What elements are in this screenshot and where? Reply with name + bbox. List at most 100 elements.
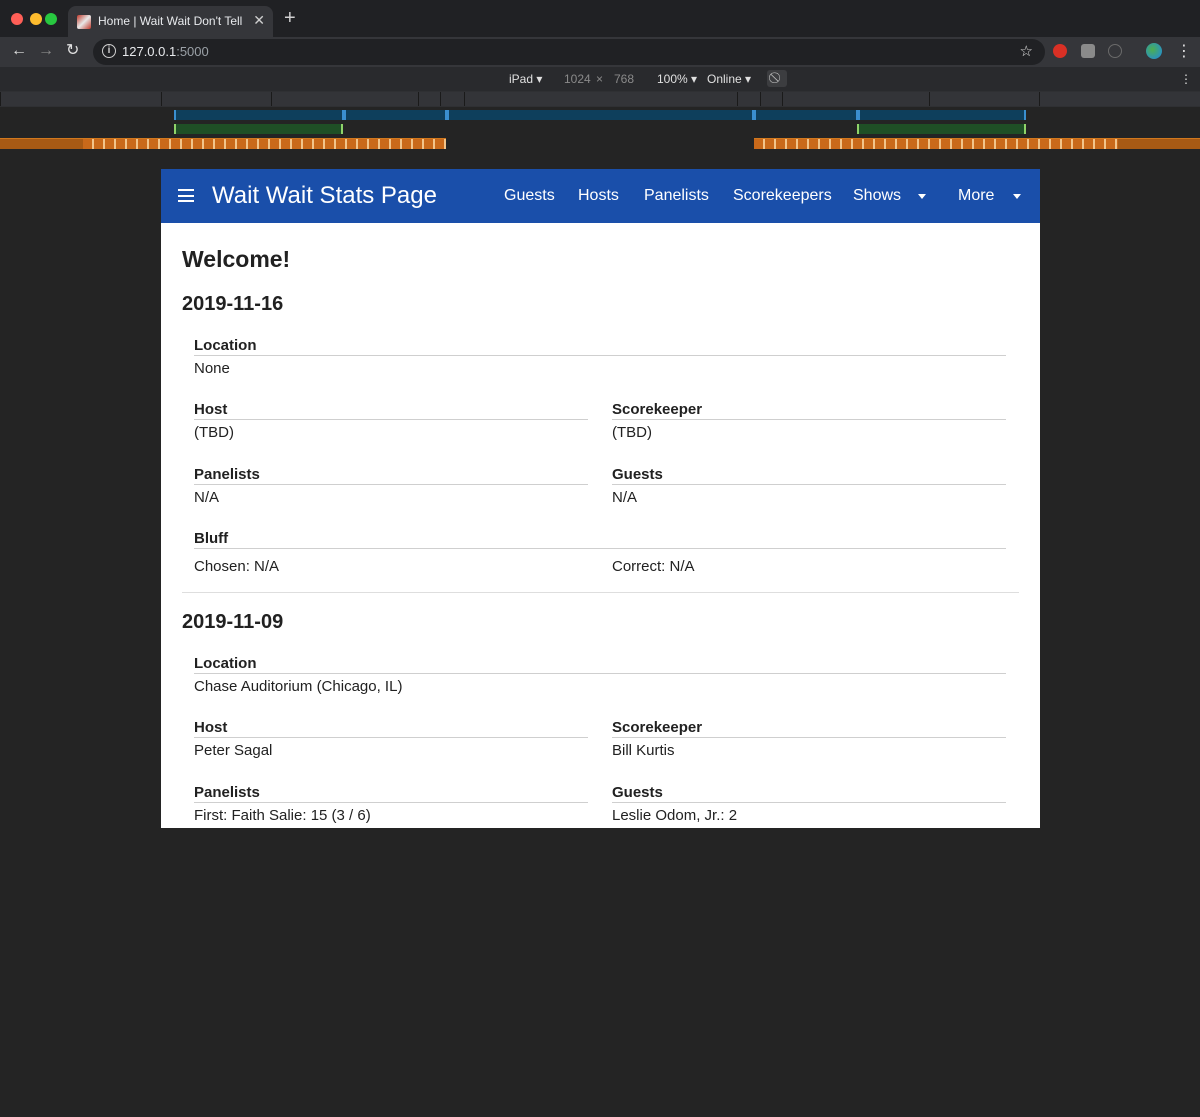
media-query-bar[interactable] [0, 138, 83, 149]
device-select[interactable]: iPad ▾ [509, 72, 542, 86]
panelist-score: First: Faith Salie: 15 (3 / 6) [194, 807, 371, 824]
ruler-segment[interactable] [760, 92, 782, 106]
location-field: Location None [194, 337, 1006, 377]
minimize-window-button[interactable] [30, 13, 42, 25]
nav-guests[interactable]: Guests [504, 187, 555, 205]
ruler-segment[interactable] [0, 92, 161, 106]
media-query-bar[interactable] [1118, 138, 1200, 149]
scorekeeper-field: Scorekeeper Bill Kurtis [612, 719, 1006, 759]
close-window-button[interactable] [11, 13, 23, 25]
ruler-segment[interactable] [271, 92, 418, 106]
panelists-value: N/A [194, 489, 220, 506]
device-viewport: Wait Wait Stats Page Guests Hosts Paneli… [161, 169, 1040, 828]
maximize-window-button[interactable] [45, 13, 57, 25]
field-label: Location [194, 655, 1006, 674]
more-dropdown-caret-icon[interactable] [1013, 194, 1021, 199]
field-label: Guests [612, 784, 1006, 803]
app-title[interactable]: Wait Wait Stats Page [212, 182, 437, 210]
ruler-segment[interactable] [1039, 92, 1200, 106]
guests-field: Guests N/A [612, 466, 1006, 506]
scorekeeper-field: Scorekeeper (TBD) [612, 401, 1006, 441]
rotate-icon[interactable]: ⃠ [767, 70, 787, 87]
reload-icon[interactable]: ↻ [66, 42, 79, 60]
location-value: None [194, 360, 230, 377]
browser-menu-icon[interactable]: ⋮ [1176, 41, 1192, 61]
field-label: Bluff [194, 530, 1006, 549]
media-query-bar[interactable] [447, 110, 754, 120]
field-label: Panelists [194, 466, 588, 485]
dimension-separator-icon: × [596, 72, 604, 86]
device-height[interactable]: 768 [614, 72, 634, 86]
address-bar[interactable]: i 127.0.0.1:5000 ☆ [93, 39, 1045, 65]
media-query-max-width-bars [0, 107, 1200, 121]
shows-dropdown-caret-icon[interactable] [918, 194, 926, 199]
media-query-bar[interactable] [174, 110, 344, 120]
nav-more[interactable]: More [958, 187, 994, 205]
host-field: Host Peter Sagal [194, 719, 588, 759]
media-query-bar[interactable] [857, 124, 1026, 134]
field-label: Location [194, 337, 1006, 356]
media-query-min-width-bars [0, 137, 1200, 151]
ruler-segment[interactable] [782, 92, 929, 106]
host-value: Peter Sagal [194, 742, 273, 759]
show-date[interactable]: 2019-11-16 [182, 293, 283, 316]
nav-scorekeepers[interactable]: Scorekeepers [733, 187, 832, 205]
device-label: iPad [509, 72, 534, 86]
profile-avatar-icon[interactable] [1146, 43, 1162, 59]
show-divider [182, 592, 1019, 593]
site-info-icon[interactable]: i [102, 44, 116, 58]
device-width[interactable]: 1024 [564, 72, 591, 86]
media-query-bar[interactable] [83, 138, 446, 149]
nav-shows[interactable]: Shows [853, 187, 901, 205]
close-tab-icon[interactable]: ✕ [253, 12, 265, 29]
ruler-segment[interactable] [161, 92, 271, 106]
app-bar: Wait Wait Stats Page Guests Hosts Paneli… [161, 169, 1040, 223]
page-heading: Welcome! [182, 246, 291, 272]
new-tab-icon[interactable]: + [284, 8, 296, 28]
media-query-bar[interactable] [174, 124, 343, 134]
nav-panelists[interactable]: Panelists [644, 187, 709, 205]
extension-camera-icon[interactable] [1081, 44, 1095, 58]
media-query-ruler [0, 91, 1200, 107]
media-query-bar[interactable] [754, 138, 1118, 149]
media-query-bar[interactable] [754, 110, 858, 120]
nav-hosts[interactable]: Hosts [578, 187, 619, 205]
tab-title: Home | Wait Wait Don't Tell Me [98, 14, 246, 28]
extension-info-icon[interactable] [1108, 44, 1122, 58]
device-menu-icon[interactable]: ⋮ [1180, 72, 1192, 86]
ruler-segment[interactable] [464, 92, 737, 106]
favicon-icon [77, 15, 91, 29]
ruler-segment[interactable] [929, 92, 1039, 106]
url-port: :5000 [176, 44, 209, 59]
menu-icon[interactable] [178, 189, 194, 202]
panelists-field: Panelists First: Faith Salie: 15 (3 / 6) [194, 784, 588, 824]
field-label: Scorekeeper [612, 719, 1006, 738]
ruler-segment[interactable] [737, 92, 760, 106]
scorekeeper-value: (TBD) [612, 424, 652, 441]
scorekeeper-value: Bill Kurtis [612, 742, 675, 759]
network-label: Online [707, 72, 742, 86]
forward-icon[interactable]: → [38, 42, 54, 60]
bookmark-star-icon[interactable]: ☆ [1020, 42, 1033, 60]
bluff-field: Bluff [194, 530, 1006, 549]
location-field: Location Chase Auditorium (Chicago, IL) [194, 655, 1006, 695]
network-select[interactable]: Online ▾ [707, 72, 751, 86]
guests-value: N/A [612, 489, 638, 506]
ruler-segment[interactable] [418, 92, 440, 106]
bluff-chosen-value: Chosen: N/A [194, 558, 280, 575]
browser-tab[interactable]: Home | Wait Wait Don't Tell Me ✕ [68, 6, 273, 37]
host-value: (TBD) [194, 424, 234, 441]
media-query-bar[interactable] [344, 110, 447, 120]
media-query-min-max-bars [0, 121, 1200, 137]
back-icon[interactable]: ← [11, 42, 27, 60]
url-host: 127.0.0.1 [122, 44, 177, 59]
media-query-bar[interactable] [858, 110, 1026, 120]
field-label: Panelists [194, 784, 588, 803]
guest-score: Leslie Odom, Jr.: 2 [612, 807, 738, 824]
field-label: Guests [612, 466, 1006, 485]
ruler-segment[interactable] [440, 92, 464, 106]
zoom-select[interactable]: 100% ▾ [657, 72, 697, 86]
panelists-field: Panelists N/A [194, 466, 588, 506]
show-date[interactable]: 2019-11-09 [182, 611, 283, 634]
extension-stop-icon[interactable] [1053, 44, 1067, 58]
